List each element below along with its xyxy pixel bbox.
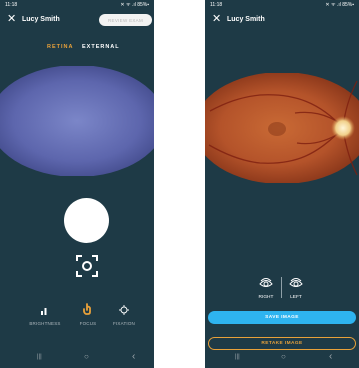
focus-target-icon[interactable] (75, 254, 99, 278)
captured-retina-image (205, 73, 359, 183)
status-bar: 11:18 ✕ ᯤ .ıl 85%▪ (205, 0, 359, 10)
status-bar: 11:18 ✕ ᯤ .ıl 85%▪ (0, 0, 154, 10)
patient-name: Lucy Smith (22, 16, 60, 23)
back-icon[interactable]: ‹ (132, 352, 135, 362)
capture-shutter-button[interactable] (64, 198, 109, 243)
right-eye-icon (259, 278, 273, 287)
focus-label: FOCUS (79, 321, 97, 326)
tab-retina[interactable]: RETINA (47, 44, 73, 50)
brightness-label: BRIGHTNESS (29, 321, 61, 326)
system-navbar: ||| ○ ‹ (205, 348, 359, 368)
review-screen: 11:18 ✕ ᯤ .ıl 85%▪ ✕ Lucy Smith RIGHT LE… (205, 0, 359, 368)
fixation-icon (104, 303, 144, 315)
focus-tool[interactable]: FOCUS (68, 303, 108, 326)
left-eye-icon (289, 278, 303, 287)
review-exam-button[interactable]: REVIEW EXAM (99, 14, 152, 26)
patient-name: Lucy Smith (227, 16, 265, 23)
left-eye-label: LEFT (290, 295, 302, 300)
right-eye-option[interactable]: RIGHT (256, 275, 276, 300)
left-eye-option[interactable]: LEFT (286, 275, 306, 300)
save-image-button[interactable]: SAVE IMAGE (208, 311, 356, 324)
close-icon[interactable]: ✕ (212, 14, 221, 25)
close-icon[interactable]: ✕ (7, 14, 16, 25)
brightness-tool[interactable]: BRIGHTNESS (25, 303, 65, 326)
focus-hand-icon (68, 303, 108, 315)
fixation-label: FIXATION (112, 321, 136, 326)
tab-external[interactable]: EXTERNAL (82, 44, 120, 50)
brightness-bars-icon (25, 303, 65, 315)
eye-divider (281, 277, 282, 298)
camera-tools: BRIGHTNESS FOCUS FIXATION (0, 303, 154, 333)
capture-mode-tabs: RETINA EXTERNAL (0, 44, 154, 54)
recent-apps-icon[interactable]: ||| (235, 352, 240, 362)
status-icons: ✕ ᯤ .ıl 85%▪ (120, 2, 149, 8)
capture-screen: 11:18 ✕ ᯤ .ıl 85%▪ ✕ Lucy Smith REVIEW E… (0, 0, 154, 368)
home-icon[interactable]: ○ (84, 352, 89, 362)
status-icons: ✕ ᯤ .ıl 85%▪ (325, 2, 354, 8)
recent-apps-icon[interactable]: ||| (37, 352, 42, 362)
status-time: 11:18 (210, 2, 223, 8)
back-icon[interactable]: ‹ (329, 352, 332, 362)
right-eye-label: RIGHT (258, 295, 274, 300)
live-camera-preview (0, 66, 154, 176)
system-navbar: ||| ○ ‹ (0, 348, 154, 368)
status-time: 11:18 (5, 2, 18, 8)
eye-selector: RIGHT LEFT (256, 275, 308, 305)
fixation-tool[interactable]: FIXATION (104, 303, 144, 326)
home-icon[interactable]: ○ (281, 352, 286, 362)
